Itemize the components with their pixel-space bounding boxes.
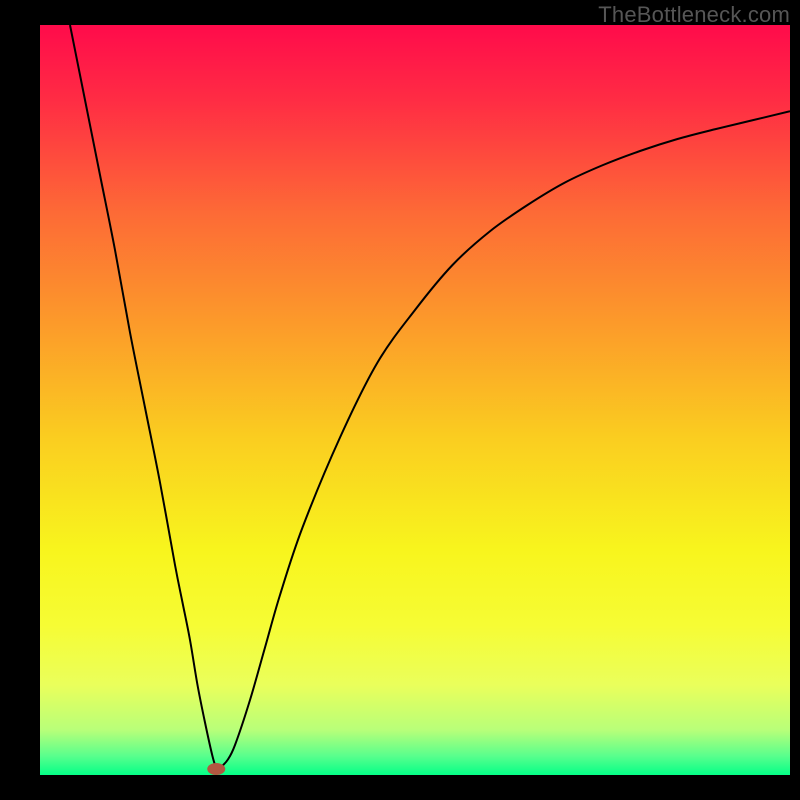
optimal-point-marker: [207, 763, 225, 775]
bottleneck-chart: [40, 25, 790, 775]
watermark-text: TheBottleneck.com: [598, 2, 790, 28]
plot-background: [40, 25, 790, 775]
chart-frame: TheBottleneck.com: [0, 0, 800, 800]
